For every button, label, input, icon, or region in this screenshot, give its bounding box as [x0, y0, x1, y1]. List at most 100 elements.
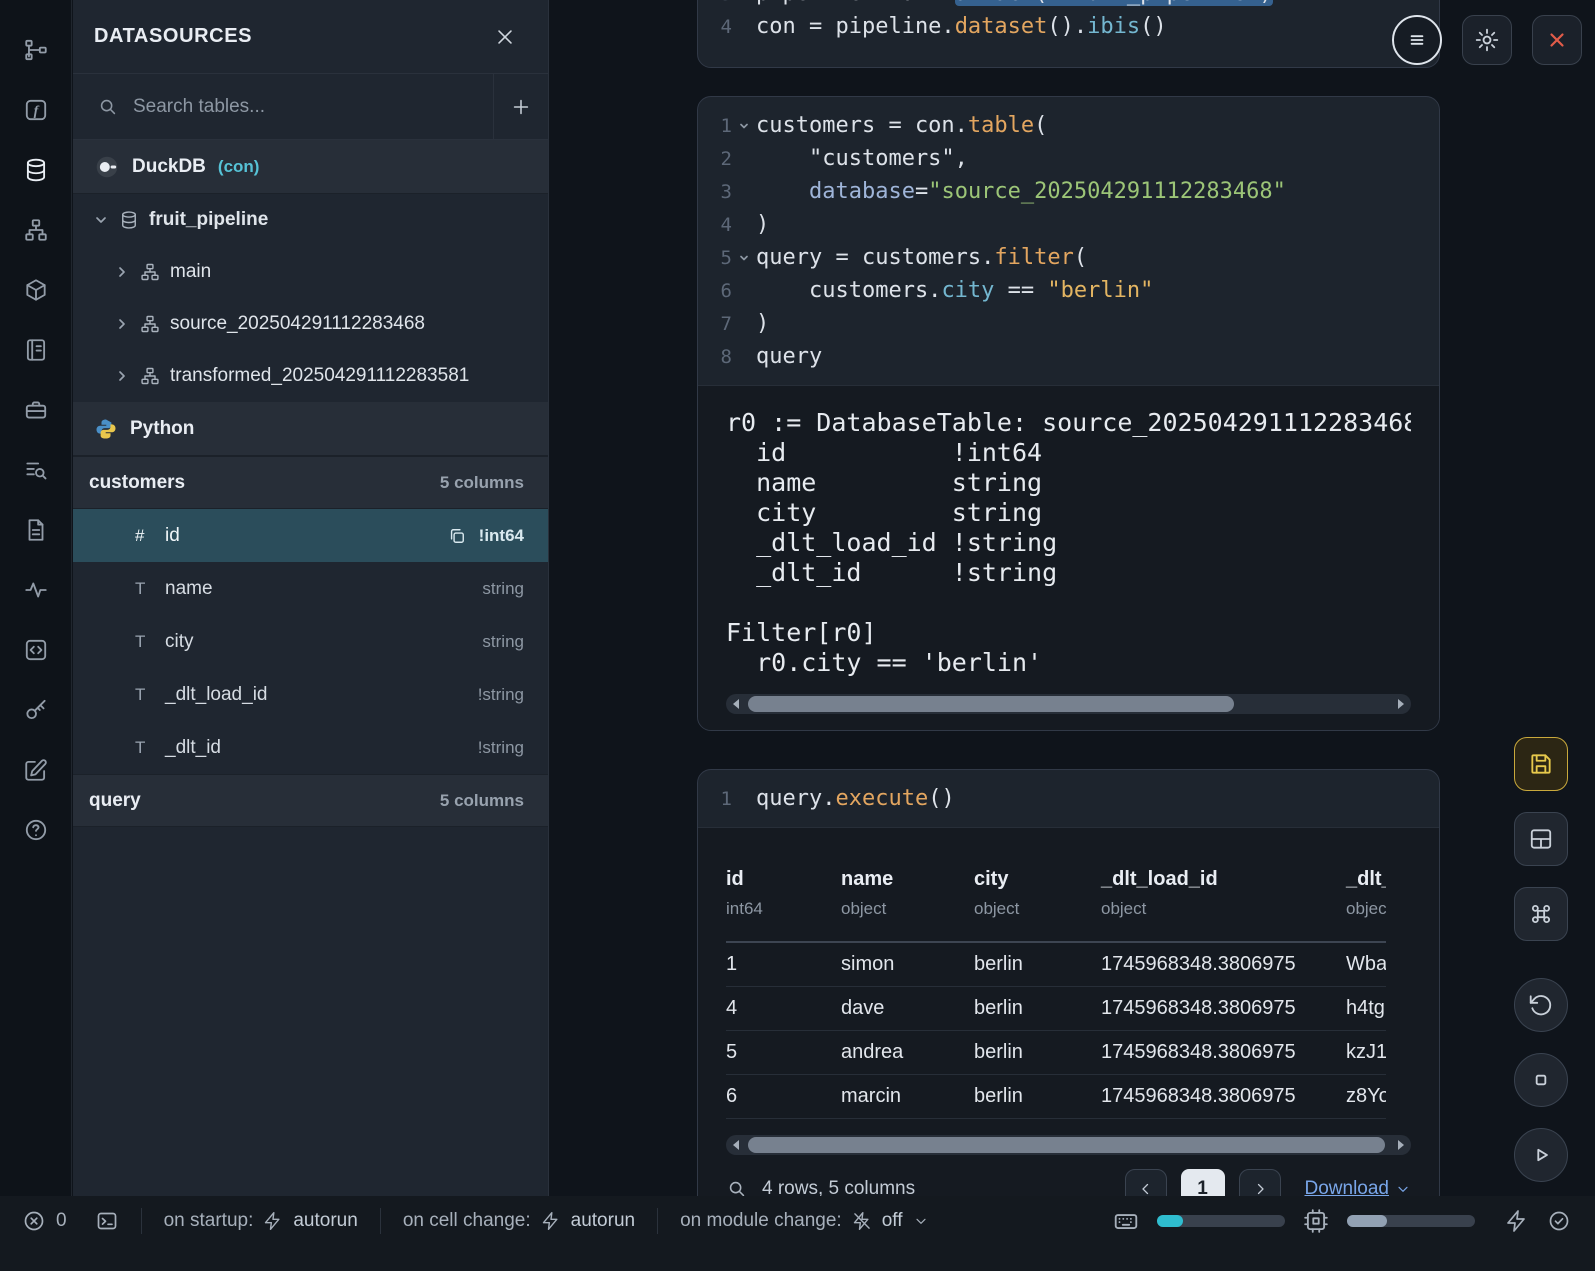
code-token: "customers",	[756, 146, 968, 171]
panel-layout-button[interactable]	[1514, 812, 1568, 866]
column-header-city[interactable]: cityobject	[974, 858, 1101, 942]
keyboard-slider[interactable]	[1157, 1215, 1285, 1227]
outline-panel-button[interactable]	[22, 456, 50, 484]
scratchpad-panel-button[interactable]	[22, 756, 50, 784]
column-row-id[interactable]: # id !int64	[73, 509, 548, 562]
cpu-slider[interactable]	[1347, 1215, 1475, 1227]
scroll-left-icon[interactable]	[726, 1135, 746, 1155]
code-line: 5 query = customers.filter(	[698, 241, 1439, 274]
code-token: =	[915, 179, 928, 204]
on-startup-setting[interactable]: on startup: autorun	[164, 1210, 358, 1232]
text-type-icon: T	[135, 685, 165, 705]
column-header-dlt-load-id[interactable]: _dlt_load_idobject	[1101, 858, 1346, 942]
command-palette-button[interactable]	[1514, 887, 1568, 941]
connection-zap-icon[interactable]	[1505, 1209, 1529, 1233]
secrets-panel-button[interactable]	[22, 696, 50, 724]
horizontal-scrollbar[interactable]	[726, 1135, 1411, 1155]
download-menu[interactable]: Download	[1305, 1178, 1412, 1197]
code-editor[interactable]: 3 pipeline = dlt.attach("fruit_pipeline"…	[698, 0, 1439, 67]
column-row-dlt-load-id[interactable]: T _dlt_load_id !string	[73, 668, 548, 721]
schema-main[interactable]: main	[73, 246, 548, 298]
add-datasource-button[interactable]	[494, 74, 548, 139]
stop-button[interactable]	[1514, 1053, 1568, 1107]
briefcase-icon	[23, 397, 49, 423]
ibis-expression-output: r0 := DatabaseTable: source_202504291112…	[726, 408, 1411, 678]
code-token: ()	[928, 786, 955, 811]
chevron-down-icon	[913, 1213, 929, 1229]
column-row-dlt-id[interactable]: T _dlt_id !string	[73, 721, 548, 774]
settings-button[interactable]	[1462, 15, 1512, 65]
cell-execute[interactable]: 1 query.execute() idint64 nameobject cit…	[697, 769, 1440, 1196]
close-panel-button[interactable]	[494, 26, 516, 48]
dependencies-panel-button[interactable]	[22, 216, 50, 244]
column-header-id[interactable]: idint64	[726, 858, 841, 942]
scrollbar-thumb[interactable]	[748, 696, 1234, 712]
help-panel-button[interactable]	[22, 816, 50, 844]
save-button[interactable]	[1514, 737, 1568, 791]
chevron-right-icon[interactable]	[114, 368, 130, 384]
previous-page-button[interactable]	[1125, 1169, 1167, 1197]
variables-panel-button[interactable]: f	[22, 96, 50, 124]
table-customers[interactable]: customers 5 columns	[73, 456, 548, 509]
connection-python[interactable]: Python	[73, 402, 548, 456]
terminal-icon	[95, 1209, 119, 1233]
next-page-button[interactable]	[1239, 1169, 1281, 1197]
line-number: 1	[698, 788, 732, 810]
column-name: _dlt_load_id	[165, 684, 478, 706]
toolbox-panel-button[interactable]	[22, 396, 50, 424]
scroll-right-icon[interactable]	[1391, 1135, 1411, 1155]
scroll-right-icon[interactable]	[1391, 694, 1411, 714]
undo-button[interactable]	[1514, 978, 1568, 1032]
schema-transformed[interactable]: transformed_202504291112283581	[73, 350, 548, 402]
errors-indicator[interactable]: 0	[22, 1209, 67, 1233]
code-token: customers = con.	[756, 113, 968, 138]
cell-query[interactable]: 1 customers = con.table( 2 "customers", …	[697, 96, 1440, 731]
column-header-name[interactable]: nameobject	[841, 858, 974, 942]
logs-panel-button[interactable]	[22, 576, 50, 604]
scrollbar-thumb[interactable]	[748, 1137, 1385, 1153]
database-fruit-pipeline[interactable]: fruit_pipeline	[73, 194, 548, 246]
file-tree-panel-button[interactable]	[22, 36, 50, 64]
chevron-right-icon[interactable]	[114, 264, 130, 280]
database-name: fruit_pipeline	[149, 209, 268, 231]
search-icon[interactable]	[726, 1178, 748, 1197]
file-tree-icon	[23, 37, 49, 63]
check-circle-icon[interactable]	[1547, 1209, 1571, 1233]
shutdown-button[interactable]	[1532, 15, 1582, 65]
copy-icon[interactable]	[447, 526, 467, 546]
chevron-down-icon[interactable]	[93, 212, 109, 228]
packages-panel-button[interactable]	[22, 276, 50, 304]
list-search-icon	[23, 457, 49, 483]
code-token: )	[756, 212, 769, 237]
column-count: 5 columns	[440, 473, 524, 493]
terminal-button[interactable]	[95, 1209, 119, 1233]
chevron-down-icon	[1395, 1181, 1411, 1197]
zap-icon	[541, 1211, 561, 1231]
code-editor[interactable]: 1 query.execute()	[698, 770, 1439, 827]
scroll-left-icon[interactable]	[726, 694, 746, 714]
cell-value: 1	[726, 942, 841, 986]
search-tables-input[interactable]	[133, 96, 493, 118]
horizontal-scrollbar[interactable]	[726, 694, 1411, 714]
on-cell-change-setting[interactable]: on cell change: autorun	[403, 1210, 635, 1232]
cell-setup[interactable]: 3 pipeline = dlt.attach("fruit_pipeline"…	[697, 0, 1440, 68]
column-header-dlt-id[interactable]: _dlt_idobject	[1346, 858, 1386, 942]
chevron-right-icon[interactable]	[114, 316, 130, 332]
connection-duckdb[interactable]: DuckDB (con)	[73, 140, 548, 194]
on-module-change-setting[interactable]: on module change: off	[680, 1210, 928, 1232]
table-query[interactable]: query 5 columns	[73, 774, 548, 827]
code-editor[interactable]: 1 customers = con.table( 2 "customers", …	[698, 97, 1439, 385]
snippets-panel-button[interactable]	[22, 636, 50, 664]
schema-source[interactable]: source_202504291112283468	[73, 298, 548, 350]
datasources-panel-button[interactable]	[22, 156, 50, 184]
line-number: 3	[698, 181, 732, 203]
fold-chevron-icon[interactable]	[732, 252, 756, 264]
page-number[interactable]: 1	[1181, 1169, 1225, 1197]
run-button[interactable]	[1514, 1128, 1568, 1182]
files-panel-button[interactable]	[22, 516, 50, 544]
notebook-menu-button[interactable]	[1392, 15, 1442, 65]
column-row-city[interactable]: T city string	[73, 615, 548, 668]
column-row-name[interactable]: T name string	[73, 562, 548, 615]
documentation-panel-button[interactable]	[22, 336, 50, 364]
fold-chevron-icon[interactable]	[732, 120, 756, 132]
